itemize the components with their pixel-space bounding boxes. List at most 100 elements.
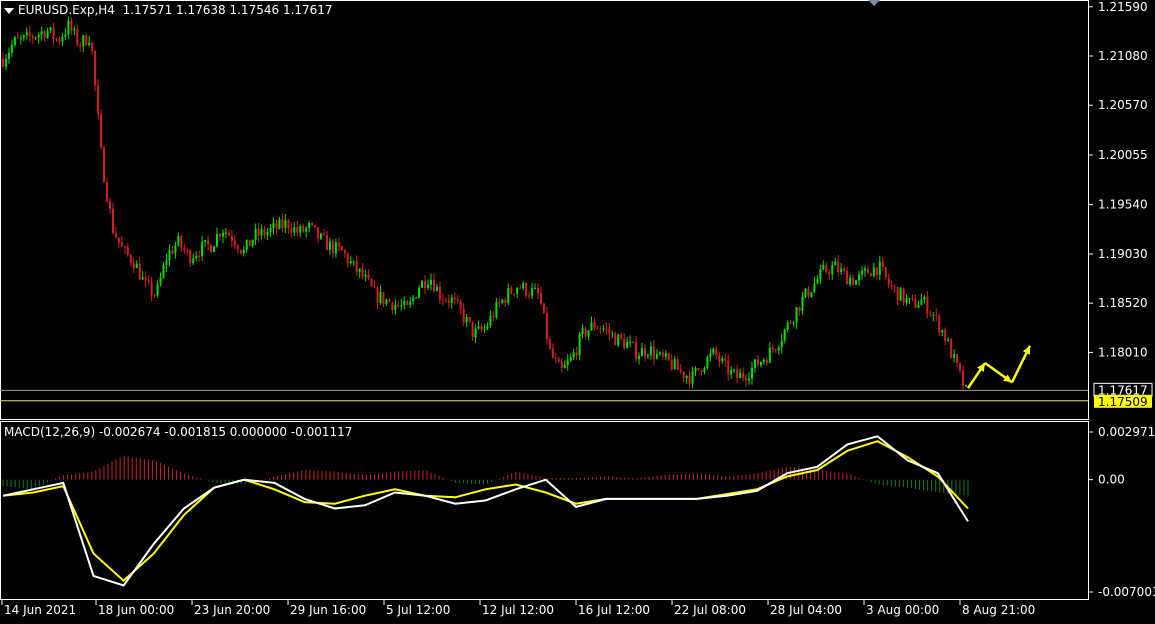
candle-body	[480, 326, 483, 330]
candle-body	[652, 346, 655, 359]
price-tick-label: 1.18520	[1098, 296, 1148, 310]
candle-body	[860, 270, 863, 275]
chart-window[interactable]: 1.21590 1.21080 1.20570 1.20055 1.19540 1.190…	[0, 0, 1155, 620]
candle-body	[474, 328, 477, 338]
candle-body	[275, 223, 278, 229]
candle-body	[227, 232, 230, 236]
candle-body	[917, 305, 920, 308]
candle-body	[290, 228, 293, 233]
candle-body	[525, 283, 528, 296]
chart-canvas[interactable]: 1.21590 1.21080 1.20570 1.20055 1.19540 1.190…	[0, 0, 1155, 620]
symbol-header[interactable]: EURUSD.Exp,H4 1.17571 1.17638 1.17546 1.…	[4, 3, 333, 17]
candle-body	[709, 353, 712, 358]
candle-body	[932, 314, 935, 316]
candle-body	[352, 260, 355, 262]
candle-body	[890, 285, 893, 287]
candle-body	[617, 334, 620, 346]
candle-body	[117, 237, 120, 243]
candle-body	[162, 264, 165, 278]
candle-body	[938, 315, 941, 333]
candle-body	[542, 303, 545, 313]
candle-body	[748, 378, 751, 381]
candle-body	[364, 274, 367, 277]
price-tick-label: 1.18010	[1098, 345, 1148, 359]
candle-body	[388, 299, 391, 303]
time-label: 8 Aug 21:00	[962, 603, 1035, 617]
candle-body	[896, 286, 899, 301]
candle-body	[432, 279, 435, 292]
candle-body	[516, 287, 519, 294]
candle-body	[510, 287, 513, 294]
candle-body	[111, 208, 114, 234]
macd-panel-border	[0, 421, 1089, 600]
candle-body	[192, 258, 195, 264]
macd-tick-label: 0.002971	[1098, 425, 1155, 439]
candle-body	[61, 36, 64, 42]
candle-body	[382, 292, 385, 304]
price-tick-label: 1.19030	[1098, 247, 1148, 261]
candle-body	[218, 233, 221, 237]
candle-body	[762, 359, 765, 362]
candle-body	[801, 296, 804, 311]
candle-body	[551, 348, 554, 358]
time-label: 14 Jun 2021	[4, 603, 76, 617]
candle-body	[361, 268, 364, 277]
candle-body	[34, 37, 37, 39]
candle-body	[798, 307, 801, 311]
candle-body	[296, 226, 299, 233]
candle-body	[483, 328, 486, 330]
price-tick-label: 1.21080	[1098, 49, 1148, 63]
candle-body	[548, 339, 551, 349]
candle-body	[810, 292, 813, 297]
candle-body	[715, 348, 718, 356]
candle-body	[349, 261, 352, 264]
candle-body	[266, 231, 269, 236]
candle-body	[462, 308, 465, 322]
macd-lines	[2, 435, 969, 587]
candle-body	[670, 359, 673, 369]
candle-body	[385, 299, 388, 304]
candle-body	[765, 359, 768, 363]
candle-body	[608, 328, 611, 334]
candle-body	[537, 287, 539, 293]
candle-body	[950, 339, 953, 358]
candle-body	[153, 295, 156, 297]
candle-body	[828, 271, 831, 275]
candle-body	[846, 270, 849, 285]
candle-body	[343, 250, 346, 254]
candle-body	[358, 268, 361, 272]
candle-body	[391, 302, 394, 311]
candle-body	[210, 244, 213, 253]
candle-body	[88, 42, 91, 46]
candle-body	[578, 334, 581, 356]
candle-body	[22, 35, 25, 38]
candle-body	[531, 288, 534, 296]
candle-body	[679, 369, 682, 372]
candle-body	[82, 35, 85, 47]
time-label: 3 Aug 00:00	[866, 603, 939, 617]
candle-body	[165, 260, 168, 265]
candle-body	[323, 233, 325, 236]
candle-body	[239, 249, 242, 254]
candle-body	[962, 370, 965, 387]
candle-body	[519, 287, 522, 289]
macd-values: -0.002674 -0.001815 0.000000 -0.001117	[98, 425, 353, 439]
candle-body	[183, 247, 186, 251]
time-label: 29 Jun 16:00	[290, 603, 366, 617]
candle-body	[697, 368, 700, 370]
candle-body	[49, 27, 52, 31]
candle-body	[792, 322, 795, 324]
price-axis: 1.21590 1.21080 1.20570 1.20055 1.19540 1.190…	[1088, 0, 1155, 599]
candle-body	[367, 274, 370, 279]
time-label: 12 Jul 12:00	[482, 603, 554, 617]
candle-body	[453, 297, 456, 300]
candle-body	[412, 297, 415, 302]
dropdown-triangle-icon[interactable]	[4, 7, 14, 14]
candle-body	[575, 352, 578, 356]
candle-body	[777, 347, 780, 351]
candle-body	[272, 223, 275, 228]
candle-body	[596, 327, 599, 329]
candle-body	[40, 31, 43, 35]
candle-body	[293, 226, 296, 233]
candle-body	[849, 277, 852, 285]
